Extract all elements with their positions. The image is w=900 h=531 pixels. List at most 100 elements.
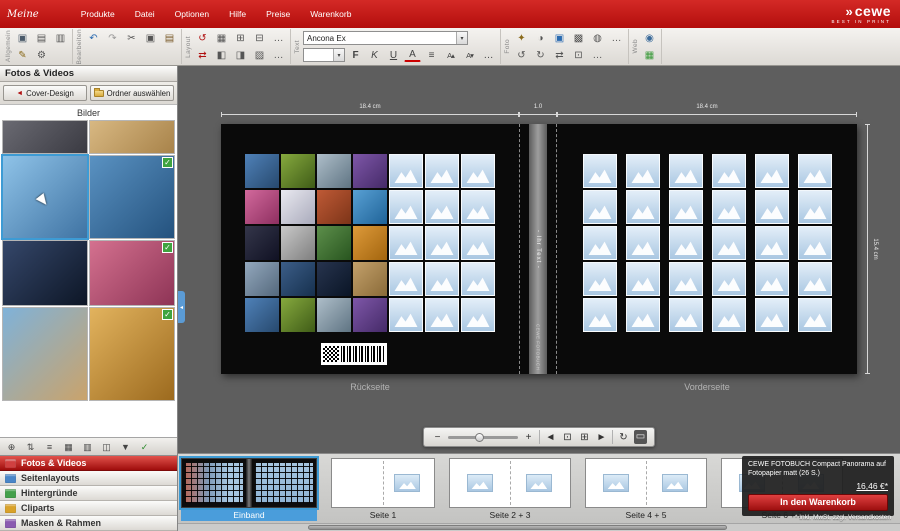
menu-preise[interactable]: Preise <box>266 9 290 19</box>
cover-photo[interactable] <box>245 154 279 188</box>
photo-placeholder[interactable] <box>798 154 832 188</box>
photo-strip-1[interactable] <box>3 121 87 153</box>
category-hintergründe[interactable]: Hintergründe <box>0 486 177 501</box>
photo-placeholder[interactable] <box>712 154 746 188</box>
photo-placeholder[interactable] <box>712 190 746 224</box>
photo-placeholder[interactable] <box>583 154 617 188</box>
product-price[interactable]: 16,46 €* <box>748 481 888 491</box>
photo-pink-blossom[interactable] <box>90 241 174 305</box>
add-to-cart-button[interactable]: In den Warenkorb <box>748 494 888 511</box>
cover-photo[interactable] <box>353 190 387 224</box>
web-share-icon[interactable]: ▦ <box>641 48 658 63</box>
delete-pages-icon[interactable]: ⊟ <box>251 31 268 46</box>
page-thumb[interactable] <box>449 458 571 508</box>
photo-sydney-opera[interactable] <box>3 156 87 238</box>
reset-layout-icon[interactable]: ↺ <box>194 31 211 46</box>
photo-placeholder[interactable] <box>798 226 832 260</box>
photo-placeholder[interactable] <box>626 226 660 260</box>
save-icon[interactable]: ▣ <box>14 31 31 46</box>
category-fotos-videos[interactable]: Fotos & Videos <box>0 456 177 471</box>
cover-photo[interactable] <box>245 226 279 260</box>
cover-photo[interactable] <box>353 262 387 296</box>
front-cover-page[interactable] <box>557 124 857 374</box>
photo-placeholder[interactable] <box>669 262 703 296</box>
category-seitenlayouts[interactable]: Seitenlayouts <box>0 471 177 486</box>
photo-mask-icon[interactable]: ◍ <box>589 31 606 46</box>
cover-photo[interactable] <box>245 298 279 332</box>
cover-photo[interactable] <box>281 262 315 296</box>
half-left-layout-icon[interactable]: ◧ <box>213 48 230 63</box>
photo-placeholder[interactable] <box>798 190 832 224</box>
layout-more-icon[interactable]: … <box>270 31 287 46</box>
choose-folder-button[interactable]: Ordner auswählen <box>90 85 174 101</box>
photo-placeholder[interactable] <box>669 190 703 224</box>
fit-photo-icon[interactable]: ⊡ <box>570 48 587 63</box>
photo-placeholder[interactable] <box>712 262 746 296</box>
cover-photo[interactable] <box>353 298 387 332</box>
cover-photo[interactable] <box>317 226 351 260</box>
menu-warenkorb[interactable]: Warenkorb <box>310 9 351 19</box>
fit-page-icon[interactable]: ⊡ <box>561 432 574 443</box>
copy-icon[interactable]: ▣ <box>142 31 159 46</box>
photo-placeholder[interactable] <box>425 154 459 188</box>
book-cover-spread[interactable]: - Ihr Text - CEWE FOTOBUCH <box>221 124 857 374</box>
photo-placeholder[interactable] <box>461 262 495 296</box>
photo-placeholder[interactable] <box>669 226 703 260</box>
photo-placeholder[interactable] <box>425 226 459 260</box>
text-italic-button[interactable]: K <box>366 48 383 63</box>
insert-pages-icon[interactable]: ⊞ <box>232 31 249 46</box>
menu-optionen[interactable]: Optionen <box>175 9 210 19</box>
cover-photo[interactable] <box>317 262 351 296</box>
photo-placeholder[interactable] <box>669 298 703 332</box>
list-view-icon[interactable]: ≡ <box>41 440 58 454</box>
photo-placeholder[interactable] <box>755 190 789 224</box>
print-icon[interactable]: ▤ <box>33 31 50 46</box>
photo-opera-house[interactable] <box>90 156 174 238</box>
page-thumb[interactable] <box>585 458 707 508</box>
cover-photo[interactable] <box>281 226 315 260</box>
cover-photo[interactable] <box>245 190 279 224</box>
layout-grid-icon[interactable]: ▦ <box>213 31 230 46</box>
spine-text-placeholder[interactable]: - Ihr Text - <box>535 230 541 269</box>
photo-placeholder[interactable] <box>389 262 423 296</box>
text-inc-button[interactable]: A▴ <box>442 48 459 63</box>
page-thumb[interactable] <box>331 458 435 508</box>
layout-options-icon[interactable]: … <box>270 48 287 63</box>
previous-page-icon[interactable]: ◄ <box>544 432 557 443</box>
cover-photo[interactable] <box>353 154 387 188</box>
paste-icon[interactable]: ▤ <box>161 31 178 46</box>
sort-photos-icon[interactable]: ⇅ <box>22 440 39 454</box>
swap-photos-icon[interactable]: ⇄ <box>551 48 568 63</box>
photo-placeholder[interactable] <box>389 190 423 224</box>
text-bold-button[interactable]: F <box>347 48 364 63</box>
fullscreen-icon[interactable]: ⊞ <box>578 432 591 443</box>
rotate-view-icon[interactable]: ↻ <box>617 432 630 443</box>
zoom-photos-icon[interactable]: ⊕ <box>3 440 20 454</box>
preview-icon[interactable]: ▥ <box>52 31 69 46</box>
undo-icon[interactable]: ↶ <box>85 31 102 46</box>
photo-placeholder[interactable] <box>626 262 660 296</box>
font-size-select[interactable] <box>303 48 345 62</box>
rotate-left-icon[interactable]: ↺ <box>513 48 530 63</box>
photo-placeholder[interactable] <box>798 262 832 296</box>
photo-placeholder[interactable] <box>712 226 746 260</box>
sidebar-collapse-handle[interactable]: ◂ <box>178 291 185 323</box>
zoom-slider-thumb[interactable] <box>475 433 484 442</box>
grid-view-icon[interactable]: ▦ <box>60 440 77 454</box>
cut-icon[interactable]: ✂ <box>123 31 140 46</box>
rotate-right-icon[interactable]: ↻ <box>532 48 549 63</box>
cover-photo[interactable] <box>353 226 387 260</box>
photo-placeholder[interactable] <box>425 262 459 296</box>
zoom-slider[interactable] <box>448 436 518 439</box>
cover-photo[interactable] <box>317 190 351 224</box>
photo-enhance-icon[interactable]: ✦ <box>513 31 530 46</box>
photo-shell[interactable] <box>90 308 174 400</box>
photo-placeholder[interactable] <box>626 190 660 224</box>
photo-options-icon[interactable]: … <box>589 48 606 63</box>
photo-placeholder[interactable] <box>389 154 423 188</box>
zoom-in-icon[interactable]: + <box>522 432 535 443</box>
photo-placeholder[interactable] <box>425 298 459 332</box>
cover-photo[interactable] <box>281 154 315 188</box>
select-all-icon[interactable]: ✓ <box>136 440 153 454</box>
back-cover-page[interactable] <box>221 124 519 374</box>
